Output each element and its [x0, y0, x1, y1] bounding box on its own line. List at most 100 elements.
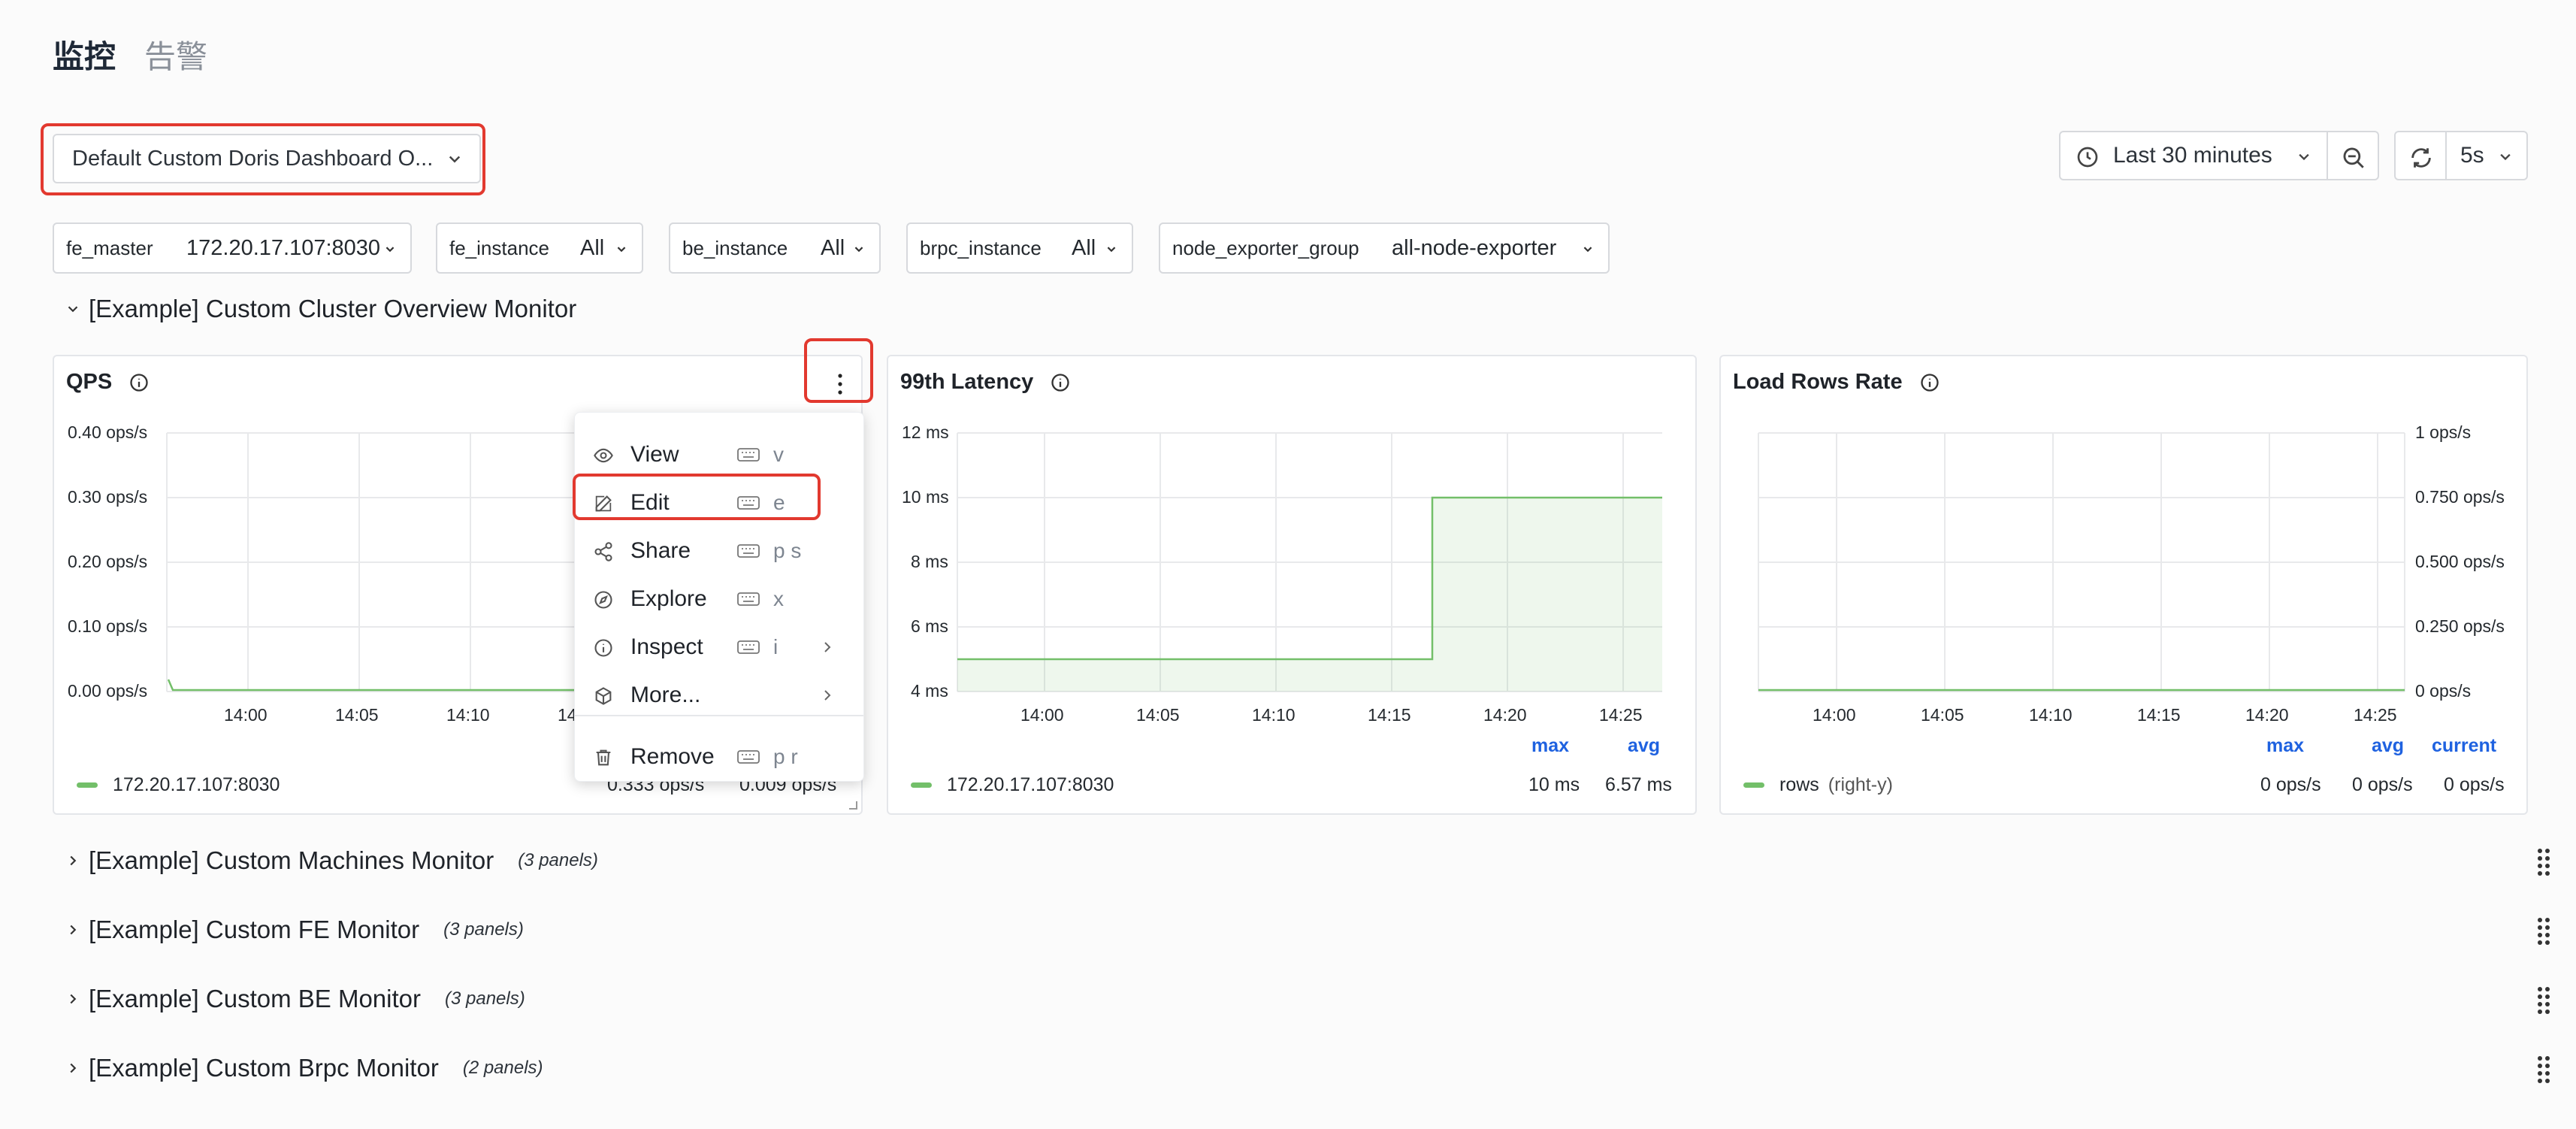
- trash-icon: [596, 749, 611, 766]
- chevron-down-icon: [854, 247, 863, 253]
- section-panel-count: (2 panels): [462, 1058, 543, 1078]
- y-tick: 1 ops/s: [2415, 422, 2472, 442]
- x-tick: 14:05: [1136, 705, 1180, 725]
- menu-item-label: Remove: [630, 744, 715, 769]
- legend-avg: 6.57 ms: [1605, 774, 1672, 795]
- variable-fe-master[interactable]: fe_master 172.20.17.107:8030: [53, 222, 412, 274]
- panel-load-rows-rate[interactable]: Load Rows Rate 1 ops/s 0.750 ops/s 0.500…: [1719, 355, 2528, 815]
- section-fe[interactable]: [Example] Custom FE Monitor (3 panels): [65, 913, 524, 947]
- refresh-interval-value: 5s: [2460, 143, 2484, 168]
- info-icon: [594, 639, 612, 657]
- x-tick: 14:10: [2029, 705, 2073, 725]
- variable-value: 172.20.17.107:8030: [186, 235, 381, 260]
- x-tick: 14:20: [1483, 705, 1527, 725]
- menu-item-share[interactable]: Share p s: [575, 528, 863, 574]
- drag-handle-icon[interactable]: [2537, 848, 2550, 876]
- y-tick: 0.250 ops/s: [2415, 616, 2505, 636]
- time-range-label: Last 30 minutes: [2113, 143, 2272, 168]
- legend-label: 172.20.17.107:8030: [113, 774, 280, 795]
- variable-value: All: [821, 235, 845, 260]
- x-tick: 14:15: [2137, 705, 2181, 725]
- highlight-dashboard-picker: [41, 123, 485, 195]
- panel-99th-latency[interactable]: 99th Latency 12 ms 10 ms 8 ms 6 ms 4 ms …: [887, 355, 1697, 815]
- drag-handle-icon[interactable]: [2537, 1055, 2550, 1084]
- legend-item[interactable]: 172.20.17.107:8030: [77, 774, 280, 796]
- menu-item-label: Inspect: [630, 634, 703, 659]
- chevron-down-icon: [1583, 247, 1592, 253]
- section-title: [Example] Custom BE Monitor: [89, 985, 421, 1012]
- legend-header-avg[interactable]: avg: [1628, 735, 1660, 757]
- section-cluster-overview[interactable]: [Example] Custom Cluster Overview Monito…: [65, 292, 576, 326]
- tab-alerts[interactable]: 告警: [144, 35, 207, 80]
- menu-item-inspect[interactable]: Inspect i: [575, 625, 863, 670]
- keyboard-icon: [737, 750, 760, 764]
- section-title: [Example] Custom Brpc Monitor: [89, 1054, 439, 1082]
- tab-monitor[interactable]: 监控: [53, 35, 116, 80]
- menu-item-label: Explore: [630, 586, 707, 611]
- time-range-picker[interactable]: Last 30 minutes: [2059, 131, 2328, 180]
- x-tick: 14:05: [335, 705, 379, 725]
- menu-item-label: View: [630, 442, 679, 467]
- x-tick: 14:00: [224, 705, 268, 725]
- x-tick: 14:25: [1599, 705, 1643, 725]
- legend-swatch: [1743, 782, 1764, 788]
- chevron-down-icon: [617, 247, 626, 253]
- keyboard-icon: [737, 592, 760, 606]
- menu-item-remove[interactable]: Remove p r: [575, 734, 863, 779]
- x-tick: 14:15: [1368, 705, 1411, 725]
- x-tick: 14:10: [1252, 705, 1296, 725]
- refresh-button[interactable]: [2394, 131, 2447, 180]
- section-panel-count: (3 panels): [445, 988, 525, 1009]
- variable-node-exporter-group[interactable]: node_exporter_group all-node-exporter: [1159, 222, 1610, 274]
- y-tick: 0.40 ops/s: [68, 422, 148, 442]
- refresh-interval-picker[interactable]: 5s: [2445, 131, 2528, 180]
- y-tick: 0 ops/s: [2415, 681, 2472, 701]
- chevron-right-icon: [824, 690, 831, 701]
- legend-current: 0 ops/s: [2444, 774, 2505, 795]
- y-tick: 0.30 ops/s: [68, 487, 148, 507]
- legend-item[interactable]: 172.20.17.107:8030: [911, 774, 1114, 796]
- panel-context-menu: View v Edit e Share p s Explore x Inspec…: [574, 412, 864, 782]
- menu-item-view[interactable]: View v: [575, 432, 863, 477]
- y-tick: 10 ms: [902, 487, 949, 507]
- variable-label: brpc_instance: [920, 236, 1042, 259]
- compass-icon: [594, 591, 612, 609]
- legend-max: 0 ops/s: [2260, 774, 2321, 795]
- legend-avg: 0 ops/s: [2352, 774, 2413, 795]
- legend-label: rows: [1779, 774, 1819, 795]
- keyboard-icon: [737, 448, 760, 462]
- menu-item-explore[interactable]: Explore x: [575, 577, 863, 622]
- menu-item-shortcut: v: [773, 443, 784, 466]
- menu-item-shortcut: p s: [773, 539, 802, 562]
- legend-swatch: [911, 782, 932, 788]
- resize-handle-icon[interactable]: [846, 798, 858, 810]
- chevron-right-icon: [70, 925, 77, 935]
- menu-item-label: More...: [630, 683, 701, 707]
- zoom-out-button[interactable]: [2327, 131, 2379, 180]
- variable-be-instance[interactable]: be_instance All: [669, 222, 881, 274]
- chevron-right-icon: [70, 1063, 77, 1073]
- legend-header-avg[interactable]: avg: [2372, 735, 2404, 757]
- x-tick: 14:10: [446, 705, 490, 725]
- section-brpc[interactable]: [Example] Custom Brpc Monitor (2 panels): [65, 1051, 543, 1085]
- drag-handle-icon[interactable]: [2537, 917, 2550, 946]
- legend-item[interactable]: rows (right-y): [1743, 774, 1893, 796]
- variable-label: be_instance: [682, 236, 788, 259]
- x-tick: 14:00: [1020, 705, 1064, 725]
- menu-item-more[interactable]: More...: [575, 673, 863, 718]
- chevron-down-icon: [385, 247, 395, 253]
- section-be[interactable]: [Example] Custom BE Monitor (3 panels): [65, 982, 525, 1016]
- refresh-icon: [2411, 148, 2431, 168]
- variable-value: All: [580, 235, 605, 260]
- legend-header-max[interactable]: max: [1531, 735, 1569, 757]
- legend-header-current[interactable]: current: [2432, 735, 2496, 757]
- variable-fe-instance[interactable]: fe_instance All: [436, 222, 643, 274]
- y-tick: 6 ms: [911, 616, 948, 636]
- y-tick: 0.20 ops/s: [68, 552, 148, 571]
- section-panel-count: (3 panels): [518, 850, 598, 870]
- variable-brpc-instance[interactable]: brpc_instance All: [906, 222, 1133, 274]
- section-machines[interactable]: [Example] Custom Machines Monitor (3 pan…: [65, 843, 598, 878]
- legend-header-max[interactable]: max: [2266, 735, 2304, 757]
- x-tick: 14:25: [2354, 705, 2397, 725]
- drag-handle-icon[interactable]: [2537, 986, 2550, 1015]
